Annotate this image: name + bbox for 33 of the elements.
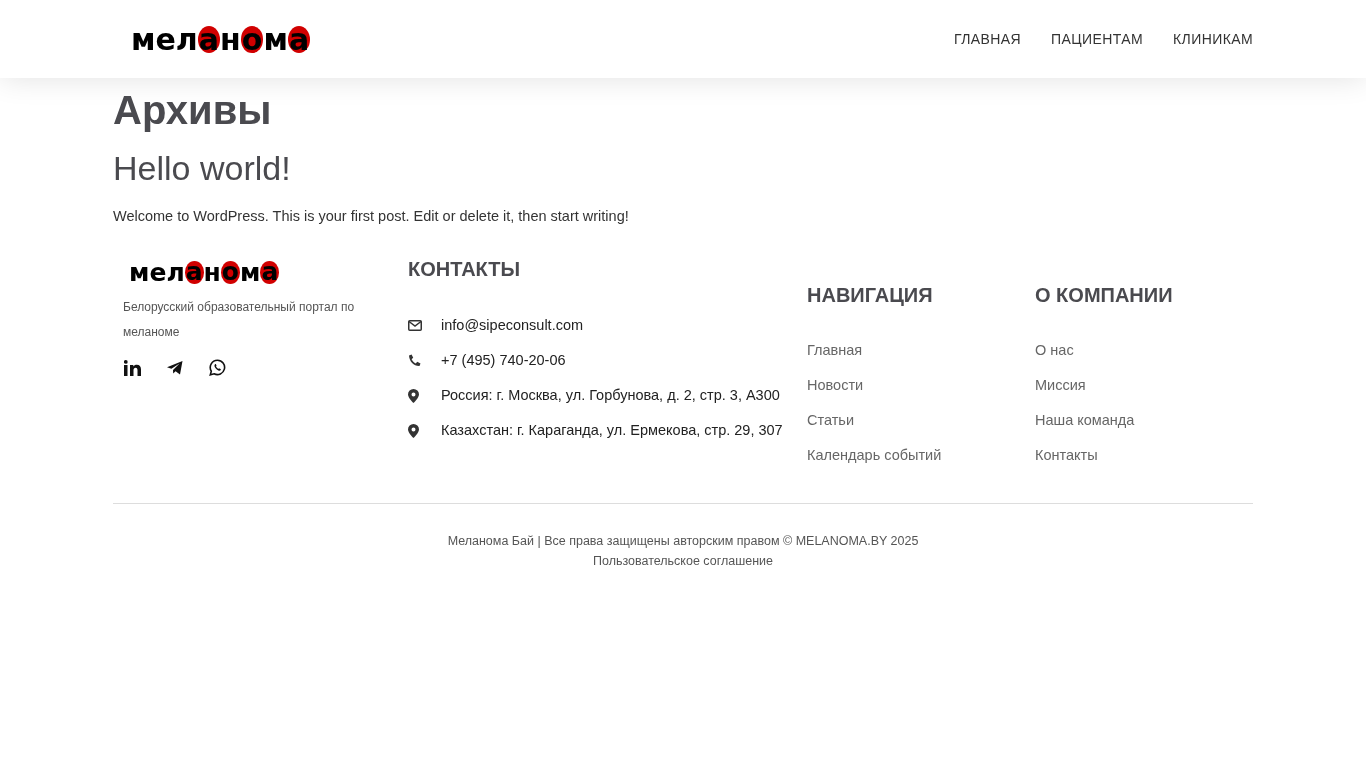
footer-link[interactable]: Новости bbox=[807, 368, 1035, 403]
nav-link[interactable]: КЛИНИКАМ bbox=[1173, 31, 1253, 47]
post-excerpt: Welcome to WordPress. This is your first post. Edit or delete it, then start writing! bbox=[113, 208, 630, 224]
page-title: Архивы bbox=[113, 88, 273, 133]
footer-link[interactable]: Наша команда bbox=[1035, 403, 1253, 438]
agreement-link[interactable]: Пользовательское соглашение bbox=[592, 554, 773, 568]
copyright-text: Меланома Бай | Все права защищены авторским правом © MELANOMA.BY 2025 bbox=[447, 534, 919, 548]
contact-text[interactable]: +7 (495) 740-20-06 bbox=[441, 348, 791, 373]
post-title[interactable]: Hello world! bbox=[113, 149, 1253, 188]
map-pin-icon bbox=[408, 423, 419, 438]
envelope-icon bbox=[408, 320, 422, 331]
phone-icon bbox=[408, 353, 422, 368]
footer-link[interactable]: Миссия bbox=[1035, 368, 1253, 403]
paper-plane-icon[interactable] bbox=[167, 360, 183, 375]
map-pin-icon bbox=[408, 388, 419, 403]
footer-link[interactable]: Контакты bbox=[1035, 438, 1253, 473]
whatsapp-icon[interactable] bbox=[209, 359, 226, 376]
contact-text[interactable]: info@sipeconsult.com bbox=[441, 313, 791, 338]
tagline: Белорусский образовательный портал по меланоме bbox=[123, 299, 356, 341]
contacts-heading: КОНТАКТЫ bbox=[408, 258, 522, 281]
navigation-heading: НАВИГАЦИЯ bbox=[807, 284, 934, 307]
contact-text[interactable]: Россия: г. Москва, ул. Горбунова, д. 2, стр. 3, А300 bbox=[441, 383, 791, 408]
footer-link[interactable]: Календарь событий bbox=[807, 438, 1035, 473]
company-heading: О КОМПАНИИ bbox=[1035, 284, 1174, 307]
footer-link[interactable]: О нас bbox=[1035, 333, 1253, 368]
footer-link[interactable]: Главная bbox=[807, 333, 1035, 368]
contact-text[interactable]: Казахстан: г. Караганда, ул. Ермекова, стр. 29, 307 bbox=[441, 418, 791, 443]
footer-link[interactable]: Статьи bbox=[807, 403, 1035, 438]
nav-link[interactable]: ГЛАВНАЯ bbox=[954, 31, 1022, 47]
logo[interactable]: меланома bbox=[131, 21, 311, 57]
linkedin-icon[interactable] bbox=[124, 359, 141, 376]
nav-link[interactable]: ПАЦИЕНТАМ bbox=[1051, 31, 1144, 47]
footer-logo[interactable]: меланома bbox=[129, 258, 408, 287]
